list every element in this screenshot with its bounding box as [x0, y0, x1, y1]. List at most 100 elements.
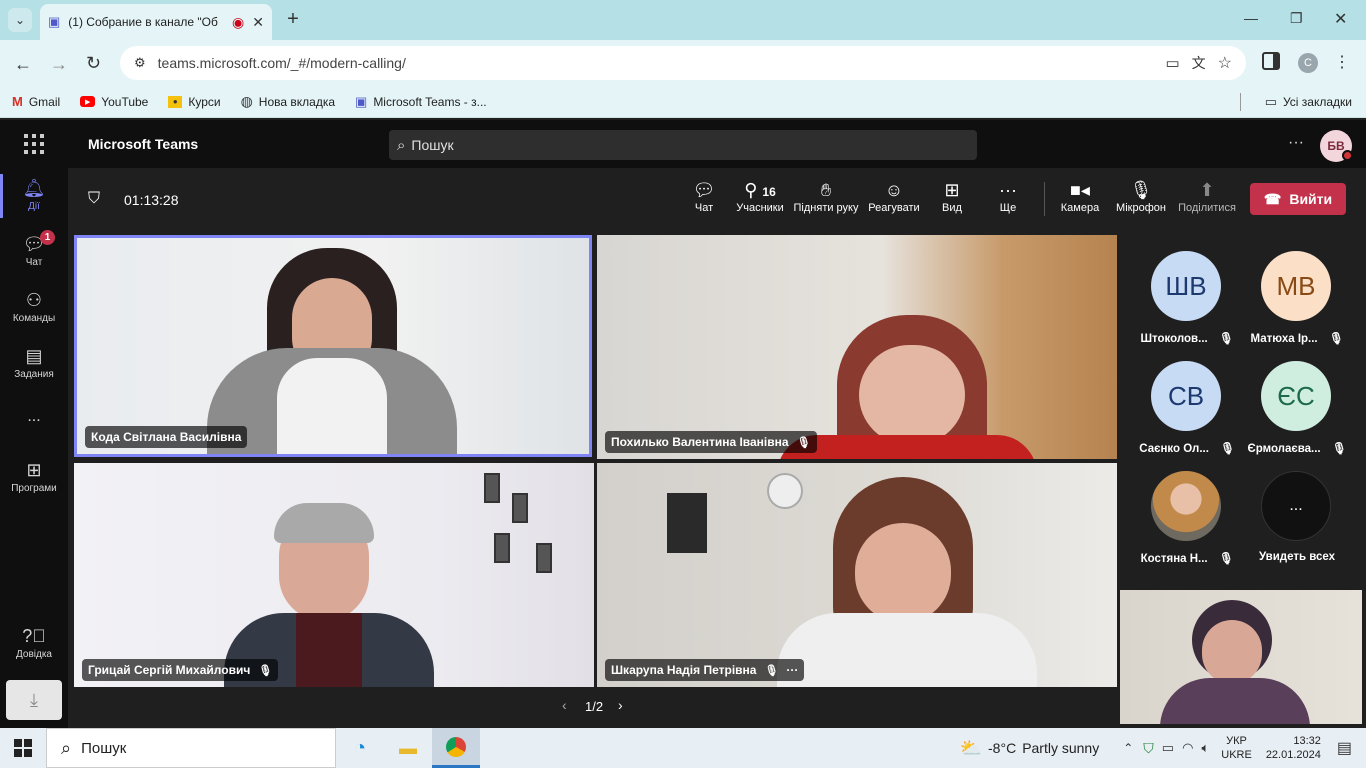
bookmark-gmail[interactable]: M Gmail: [12, 94, 60, 109]
restore-icon[interactable]: ❐: [1290, 10, 1303, 27]
camera-icon: ■◂: [1070, 180, 1090, 200]
microphone-button[interactable]: 🎙︎ Мікрофон: [1110, 178, 1172, 214]
new-tab-button[interactable]: +: [282, 8, 304, 30]
teams-favicon-icon: ▣: [48, 14, 61, 29]
camera-button[interactable]: ■◂ Камера: [1058, 178, 1102, 214]
all-bookmarks[interactable]: ▭ Усі закладки: [1265, 94, 1352, 110]
share-button[interactable]: ⬆ Поділитися: [1176, 178, 1238, 214]
download-icon[interactable]: ⤓: [6, 680, 62, 720]
tab-title: (1) Собрание в канале "Об: [68, 15, 218, 29]
see-all-button[interactable]: ...: [1261, 471, 1331, 541]
tab-search-chevron-icon[interactable]: ⌄: [8, 8, 32, 32]
video-tile-1[interactable]: Кода Світлана Василівна: [74, 235, 592, 457]
more-actions-button[interactable]: ··· Ще: [990, 178, 1026, 214]
self-view-video[interactable]: [1120, 590, 1362, 724]
minimize-icon[interactable]: —: [1244, 10, 1258, 26]
close-window-icon[interactable]: ✕: [1334, 9, 1347, 29]
mic-off-icon: 🎙︎: [1129, 180, 1153, 200]
chrome-menu-icon[interactable]: ⋮: [1334, 52, 1350, 72]
pager-next-icon[interactable]: ›: [618, 697, 623, 713]
folder-icon: ▭: [1264, 93, 1277, 109]
file-explorer-icon[interactable]: ▬: [384, 728, 432, 768]
bookmark-kursy[interactable]: ● Курси: [168, 95, 221, 109]
chat-icon: 💬︎: [22, 234, 46, 254]
bookmark-star-icon[interactable]: ☆: [1218, 53, 1232, 73]
rail-activity[interactable]: 🔔︎ Дії: [0, 178, 68, 212]
shield-icon[interactable]: ⛉: [88, 190, 100, 208]
avatar-matiukha[interactable]: МВ: [1261, 251, 1331, 321]
teams-icon: ▣: [355, 93, 368, 109]
nameplate-4: Шкарупа Надія Петрівна 🎙︎ ···: [605, 659, 805, 681]
close-tab-icon[interactable]: ✕: [252, 14, 264, 31]
rail-more[interactable]: ...: [0, 408, 68, 426]
side-panel-icon[interactable]: [1262, 52, 1280, 70]
avatar-shtokolov[interactable]: ШВ: [1151, 251, 1221, 321]
windows-taskbar: ⌕ Пошук ◔ ▬ ⛅ -8°C Partly sunny ⌃ ⛉ ▭ ◠ …: [0, 728, 1366, 768]
show-hidden-icons-chevron[interactable]: ⌃: [1123, 741, 1133, 755]
site-info-icon[interactable]: ⚙: [134, 55, 146, 71]
leave-button[interactable]: ☎ Вийти: [1250, 183, 1346, 215]
teams-search-input[interactable]: ⌕ Пошук: [389, 130, 977, 160]
video-tile-3[interactable]: Грицай Сергій Михайлович 🎙︎: [74, 463, 594, 687]
hand-icon: ✋︎: [820, 180, 832, 200]
avatar-yermolaieva[interactable]: ЄС: [1261, 361, 1331, 431]
nameplate-2: Похилько Валентина Іванівна 🎙︎: [605, 431, 817, 453]
rail-teams[interactable]: ⚇ Команды: [0, 290, 68, 324]
app-launcher-icon[interactable]: [24, 134, 44, 154]
volume-icon[interactable]: 🔈︎: [1201, 740, 1209, 756]
translate-icon[interactable]: 文: [1192, 53, 1206, 73]
participants-button[interactable]: ⚲ 16 Учасники: [734, 178, 786, 214]
language-indicator[interactable]: УКР UKRE: [1221, 734, 1252, 762]
call-chat-button[interactable]: 💬︎ Чат: [686, 178, 722, 214]
avatar-saienko[interactable]: СВ: [1151, 361, 1221, 431]
browser-tab[interactable]: ▣ (1) Собрание в канале "Об ◉ ✕: [40, 4, 272, 40]
teams-left-rail: 🔔︎ Дії 💬︎ Чат 1 ⚇ Команды ▤ Задания ... ⊞ Про…: [0, 168, 68, 728]
help-icon: ?⃝: [22, 626, 46, 646]
presence-status-icon: [1342, 150, 1353, 161]
raise-hand-button[interactable]: ✋︎ Підняти руку: [792, 178, 860, 214]
forward-arrow-icon[interactable]: →: [50, 54, 68, 75]
globe-icon: ◍: [240, 93, 253, 109]
pager-prev-icon[interactable]: ‹: [562, 697, 567, 713]
bookmark-youtube[interactable]: ▶ YouTube: [80, 95, 148, 109]
weather-widget[interactable]: ⛅ -8°C Partly sunny: [960, 738, 1100, 759]
address-bar[interactable]: ⚙ teams.microsoft.com/_#/modern-calling/…: [120, 46, 1246, 80]
more-options-icon[interactable]: ···: [1288, 134, 1304, 152]
camera-permission-icon[interactable]: ▭: [1165, 54, 1179, 72]
wifi-icon[interactable]: ◠: [1182, 740, 1193, 756]
rail-apps[interactable]: ⊞ Програми: [0, 460, 68, 494]
notifications-icon[interactable]: ▤: [1337, 738, 1352, 758]
assignments-icon: ▤: [25, 346, 43, 366]
side-name-4: Єрмолаєва... 🎙︎: [1247, 443, 1347, 455]
rail-assignments[interactable]: ▤ Задания: [0, 346, 68, 380]
side-name-1: Штоколов... 🎙︎: [1140, 333, 1234, 345]
side-name-3: Саєнко Ол... 🎙︎: [1139, 443, 1235, 455]
chrome-taskbar-icon[interactable]: [432, 728, 480, 768]
security-shield-icon[interactable]: ⛉: [1143, 740, 1154, 757]
taskbar-search-box[interactable]: ⌕ Пошук: [46, 728, 336, 768]
view-button[interactable]: ⊞ Вид: [934, 178, 970, 214]
back-arrow-icon[interactable]: ←: [14, 54, 32, 75]
avatar-kostiana-photo[interactable]: [1151, 471, 1221, 541]
more-icon: ···: [999, 180, 1017, 200]
video-tile-4[interactable]: Шкарупа Надія Петрівна 🎙︎ ···: [597, 463, 1117, 687]
rail-help[interactable]: ?⃝ Довідка: [0, 626, 68, 660]
people-icon: ⚲ 16: [744, 180, 776, 200]
windows-start-icon[interactable]: [0, 728, 46, 768]
react-button[interactable]: ☺ Реагувати: [866, 178, 922, 214]
url-text[interactable]: teams.microsoft.com/_#/modern-calling/: [158, 55, 1154, 71]
tile-more-icon[interactable]: ···: [786, 663, 798, 677]
edge-icon[interactable]: ◔: [336, 728, 384, 768]
battery-icon[interactable]: ▭: [1162, 740, 1174, 756]
bookmark-teams[interactable]: ▣ Microsoft Teams - з...: [355, 94, 487, 110]
reload-icon[interactable]: ↻: [86, 53, 101, 74]
clock[interactable]: 13:32 22.01.2024: [1266, 734, 1321, 762]
bookmark-new-tab[interactable]: ◍ Нова вкладка: [241, 93, 335, 110]
profile-avatar[interactable]: C: [1298, 53, 1318, 73]
rail-chat[interactable]: 💬︎ Чат: [0, 234, 68, 268]
bookmarks-divider: [1239, 92, 1241, 111]
video-tile-2[interactable]: Похилько Валентина Іванівна 🎙︎: [597, 235, 1117, 459]
search-icon: ⌕: [397, 136, 406, 154]
mic-off-icon: 🎙︎: [1331, 443, 1347, 455]
call-timer: 01:13:28: [124, 192, 179, 208]
